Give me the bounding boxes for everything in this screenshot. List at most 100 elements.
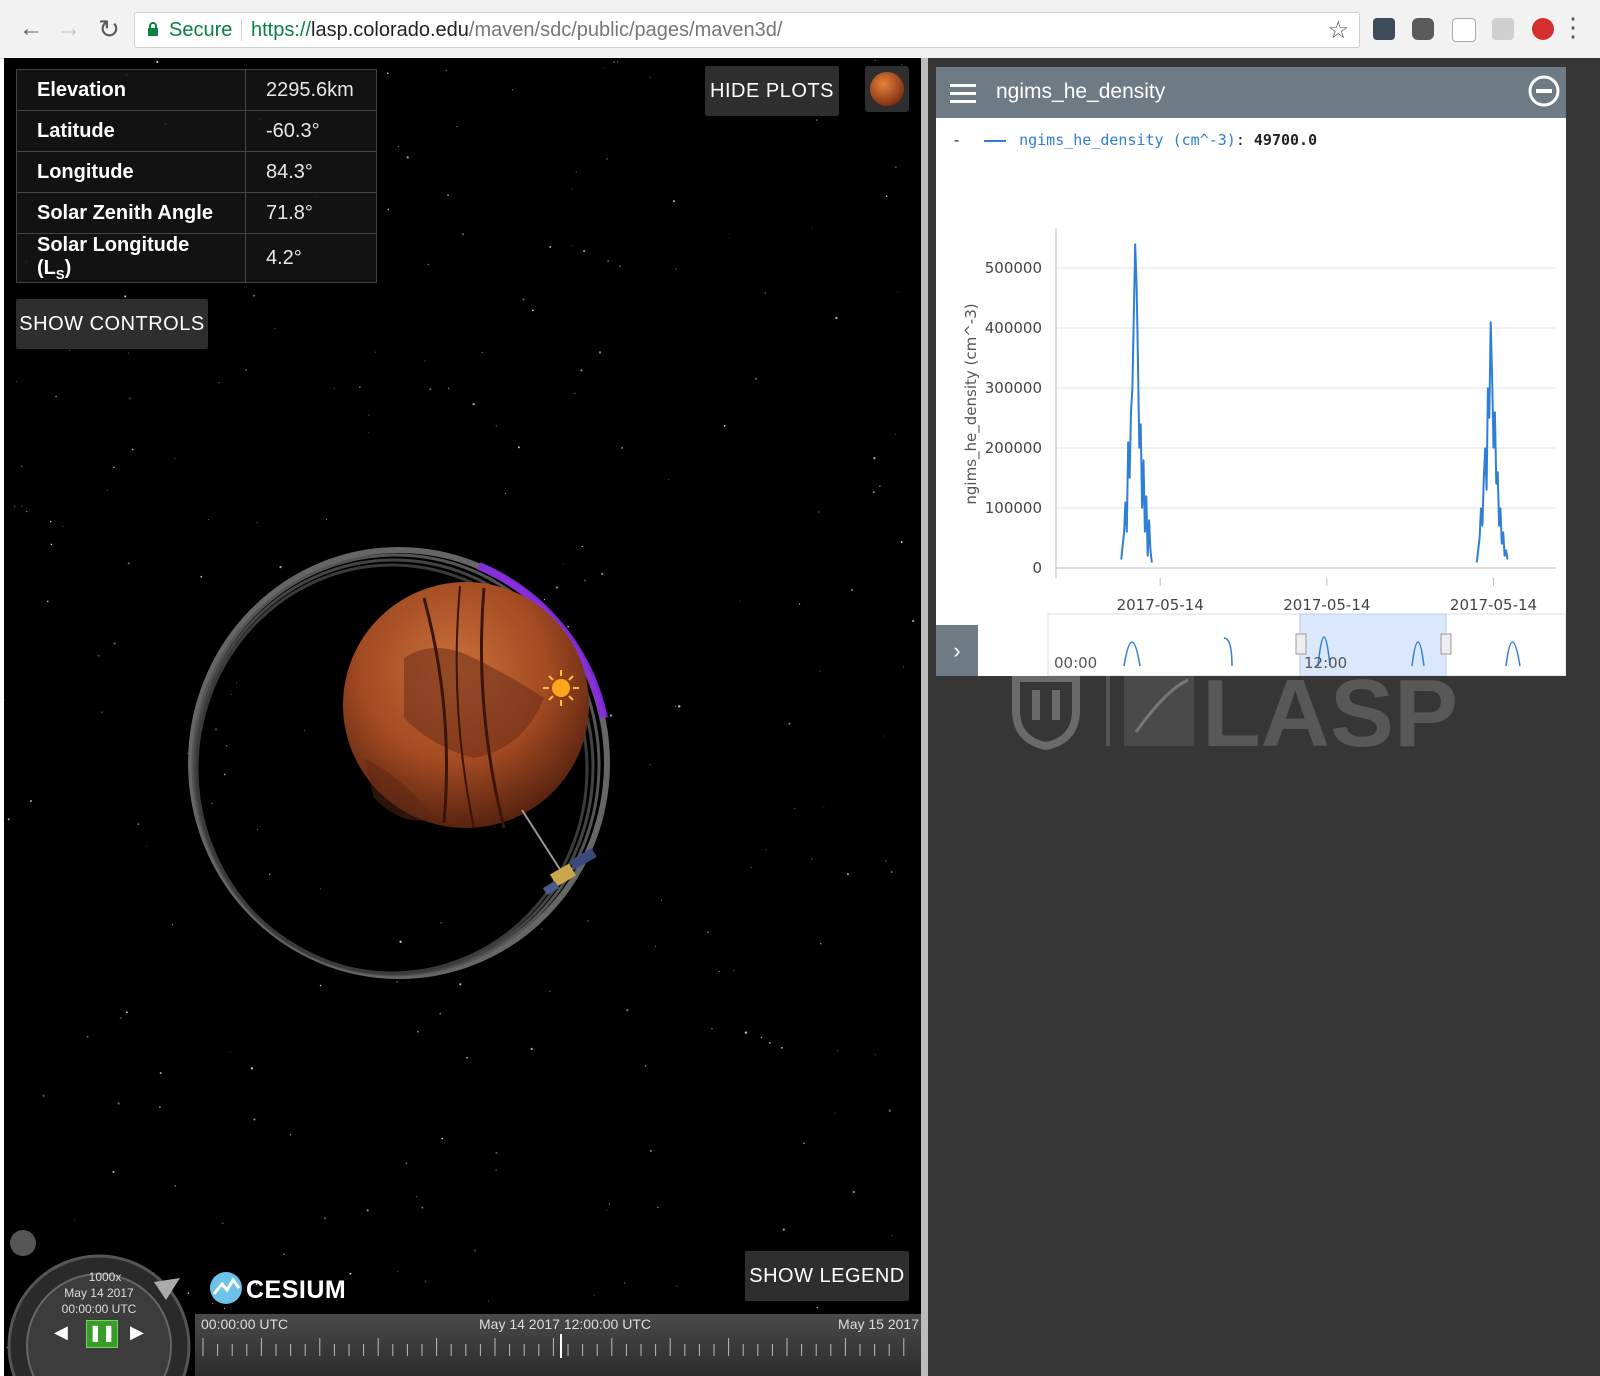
timeline-start-label: 00:00:00 UTC	[201, 1316, 289, 1332]
solar-longitude-label: Solar Longitude (LS)	[16, 233, 246, 283]
back-button[interactable]: ←	[16, 14, 46, 44]
forward-button[interactable]: →	[54, 14, 84, 44]
cesium-logo-icon	[210, 1272, 242, 1304]
elevation-label: Elevation	[16, 69, 246, 111]
y-axis-label: ngims_he_density (cm^-3)	[962, 303, 981, 504]
position-info-table: Elevation 2295.6km Latitude -60.3° Longi…	[16, 69, 377, 283]
data-point	[1149, 549, 1152, 551]
navigator-handle-right	[1440, 633, 1452, 655]
data-point	[1131, 387, 1134, 389]
address-bar[interactable]: Secure https://lasp.colorado.edu/maven/s…	[134, 12, 1360, 48]
data-point	[1503, 555, 1506, 557]
data-point	[1496, 471, 1499, 473]
data-point	[1483, 477, 1485, 479]
animation-date: May 14 2017	[64, 1286, 134, 1300]
pocket-icon[interactable]	[1412, 18, 1434, 40]
secure-label: Secure	[169, 19, 233, 41]
data-point	[1502, 531, 1504, 533]
data-point	[1481, 525, 1484, 527]
plots-panel: LASP ngims_he_density - ngims_he_density…	[928, 58, 1600, 1376]
y-tick-label: 0	[1032, 559, 1042, 577]
data-point	[1145, 495, 1148, 497]
panel-divider[interactable]	[921, 58, 928, 1376]
mars-globe-button[interactable]	[865, 66, 909, 112]
remove-plot-icon[interactable]	[1528, 75, 1560, 107]
cesium-wordmark: CESIUM	[246, 1276, 347, 1304]
y-tick-label: 500000	[985, 259, 1042, 277]
solar-zenith-label: Solar Zenith Angle	[16, 192, 246, 234]
url-separator	[241, 19, 242, 41]
clock-icon[interactable]	[10, 1230, 36, 1256]
red-circle-icon[interactable]	[1532, 18, 1554, 40]
data-point	[1144, 531, 1146, 533]
data-point	[1130, 411, 1132, 413]
hide-plots-button[interactable]: HIDE PLOTS	[705, 66, 839, 116]
latitude-label: Latitude	[16, 110, 246, 152]
animation-speed: 1000x	[88, 1270, 122, 1284]
browser-menu-icon[interactable]: ⋮	[1560, 14, 1586, 40]
data-point	[1498, 525, 1500, 527]
navigator-label: 00:00	[1054, 654, 1097, 672]
data-point	[1485, 489, 1488, 491]
y-tick-label: 400000	[985, 319, 1042, 337]
data-point	[1124, 501, 1127, 503]
data-point	[1492, 447, 1495, 449]
navigator-handle-left	[1295, 633, 1307, 655]
play-reverse-button[interactable]: ◀	[54, 1322, 68, 1343]
data-point	[1123, 531, 1125, 533]
data-point	[1489, 321, 1492, 323]
data-point	[1120, 558, 1123, 560]
play-forward-button[interactable]: ▶	[130, 1322, 144, 1343]
data-point	[1478, 537, 1481, 539]
data-point	[1148, 519, 1150, 521]
cesium-viewer[interactable]: Elevation 2295.6km Latitude -60.3° Longi…	[4, 58, 921, 1376]
data-point	[1476, 561, 1478, 563]
timeline[interactable]: 00:00:00 UTC May 14 2017 12:00:00 UTC Ma…	[195, 1314, 921, 1376]
data-point	[1135, 285, 1138, 287]
info-row-solar-zenith: Solar Zenith Angle 71.8°	[16, 192, 377, 234]
spacecraft-nadir-line	[521, 809, 562, 872]
series-line	[1120, 243, 1153, 563]
navigator-label: 12:00	[1304, 654, 1347, 672]
lasp-logo: LASP	[1012, 670, 1458, 754]
data-point	[1138, 447, 1141, 449]
show-controls-button[interactable]: SHOW CONTROLS	[16, 299, 208, 349]
data-point	[1501, 543, 1503, 545]
url-text[interactable]: https://lasp.colorado.edu/maven/sdc/publ…	[251, 19, 782, 42]
data-point	[1128, 477, 1131, 479]
solar-zenith-value: 71.8°	[245, 192, 377, 234]
more-icon[interactable]	[1373, 18, 1395, 40]
data-point	[1505, 549, 1507, 551]
latitude-value: -60.3°	[245, 110, 377, 152]
x-tick-label-date: 2017-05-14	[1117, 596, 1204, 614]
info-row-elevation: Elevation 2295.6km	[16, 69, 377, 111]
data-point	[1151, 561, 1153, 563]
y-tick-label: 100000	[985, 499, 1042, 517]
amazon-icon[interactable]	[1452, 18, 1476, 42]
data-point	[1494, 411, 1496, 413]
plot-card: ngims_he_density - ngims_he_density (cm^…	[936, 67, 1566, 676]
lock-icon	[148, 22, 158, 36]
solar-longitude-value: 4.2°	[245, 233, 377, 283]
info-row-longitude: Longitude 84.3°	[16, 151, 377, 193]
density-chart[interactable]: 0 100000 200000 300000 400000 500000 ngims_he_…	[936, 118, 1566, 676]
show-legend-button[interactable]: SHOW LEGEND	[745, 1251, 909, 1301]
data-point	[1499, 507, 1502, 509]
expand-panel-button[interactable]: ›	[936, 625, 978, 676]
info-row-solar-longitude: Solar Longitude (LS) 4.2°	[16, 233, 377, 283]
timeline-end-label: May 15 2017	[838, 1316, 919, 1332]
data-point	[1133, 315, 1135, 317]
y-tick-label: 300000	[985, 379, 1042, 397]
data-point	[1488, 417, 1491, 419]
browser-toolbar: ← → ↻ Secure https://lasp.colorado.edu/m…	[0, 0, 1600, 59]
plot-header: ngims_he_density	[936, 67, 1566, 118]
window-icon[interactable]	[1492, 18, 1514, 40]
data-point	[1127, 441, 1129, 443]
data-point	[1141, 507, 1143, 509]
reload-button[interactable]: ↻	[94, 14, 124, 44]
data-point	[1137, 357, 1139, 359]
hamburger-menu-icon[interactable]	[950, 83, 976, 103]
pause-button[interactable]: ❚❚	[86, 1320, 118, 1348]
bookmark-star-icon[interactable]: ☆	[1327, 16, 1349, 45]
data-point	[1495, 483, 1498, 485]
